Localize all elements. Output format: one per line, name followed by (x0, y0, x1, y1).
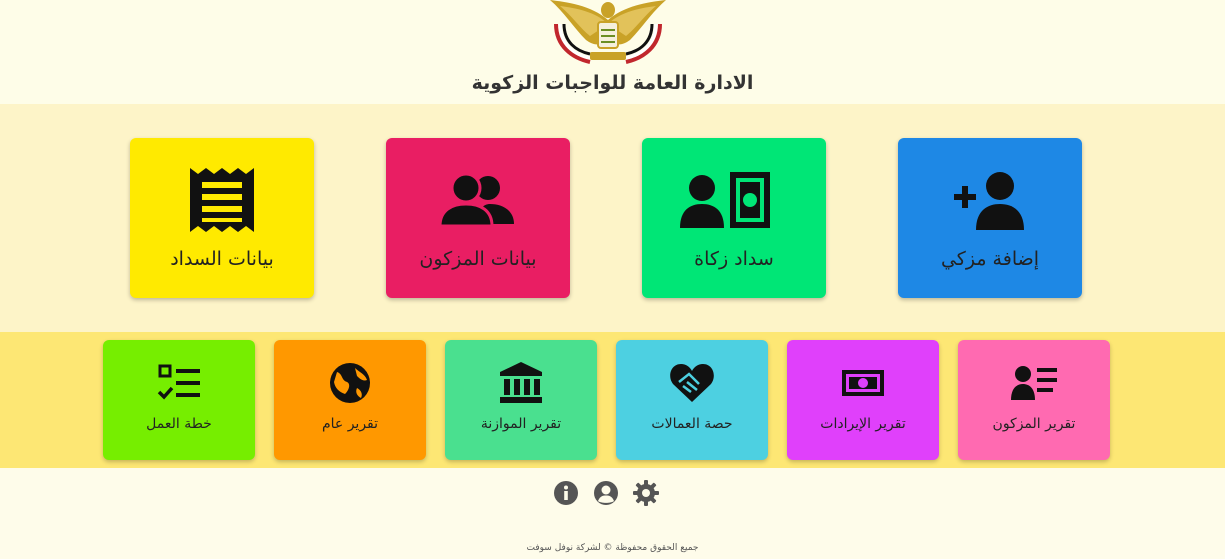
general-report-label: تقرير عام (321, 416, 379, 432)
info-icon[interactable] (553, 480, 579, 506)
receipt-icon (186, 168, 258, 232)
tasks-icon (156, 362, 202, 404)
bank-icon (498, 362, 544, 404)
copyright-text: جميع الحقوق محفوظة © لشركة نوفل سوفت (526, 543, 699, 553)
districts-share-label: حصة العمالات (651, 416, 733, 432)
budget-report-tile[interactable]: تقرير الموازنة (445, 340, 597, 460)
add-payer-label: إضافة مزكي (940, 248, 1040, 270)
eagle-emblem-logo (546, 0, 670, 66)
payers-data-label: بيانات المزكون (419, 248, 537, 270)
users-icon (438, 168, 514, 232)
payers-report-tile[interactable]: تقرير المزكون (958, 340, 1110, 460)
user-plus-icon (954, 168, 1026, 232)
footer-toolbar (553, 480, 663, 506)
revenue-report-tile[interactable]: تقرير الإيرادات (787, 340, 939, 460)
zakat-payment-tile[interactable]: سداد زكاة (642, 138, 826, 298)
page-title: الادارة العامة للواجبات الزكوية (471, 72, 754, 94)
payment-data-tile[interactable]: بيانات السداد (130, 138, 314, 298)
gear-icon[interactable] (633, 480, 659, 506)
general-report-tile[interactable]: تقرير عام (274, 340, 426, 460)
zakat-payment-label: سداد زكاة (694, 248, 774, 270)
budget-report-label: تقرير الموازنة (480, 416, 562, 432)
user-circle-icon[interactable] (593, 480, 619, 506)
add-payer-tile[interactable]: إضافة مزكي (898, 138, 1082, 298)
payers-data-tile[interactable]: بيانات المزكون (386, 138, 570, 298)
header: الادارة العامة للواجبات الزكوية (0, 0, 1225, 104)
main-tiles-section: إضافة مزكي سداد زكاة بيانات المزكون بيان… (0, 104, 1225, 332)
districts-share-tile[interactable]: حصة العمالات (616, 340, 768, 460)
reports-section: تقرير المزكون تقرير الإيرادات حصة العمال… (0, 332, 1225, 468)
payers-report-label: تقرير المزكون (992, 416, 1076, 432)
work-plan-tile[interactable]: خطة العمل (103, 340, 255, 460)
money-bill-icon (840, 362, 886, 404)
globe-icon (327, 362, 373, 404)
user-money-icon (680, 168, 770, 232)
payment-data-label: بيانات السداد (170, 248, 274, 270)
work-plan-label: خطة العمل (146, 416, 212, 432)
revenue-report-label: تقرير الإيرادات (820, 416, 906, 432)
handshake-heart-icon (669, 362, 715, 404)
address-card-icon (1011, 362, 1057, 404)
